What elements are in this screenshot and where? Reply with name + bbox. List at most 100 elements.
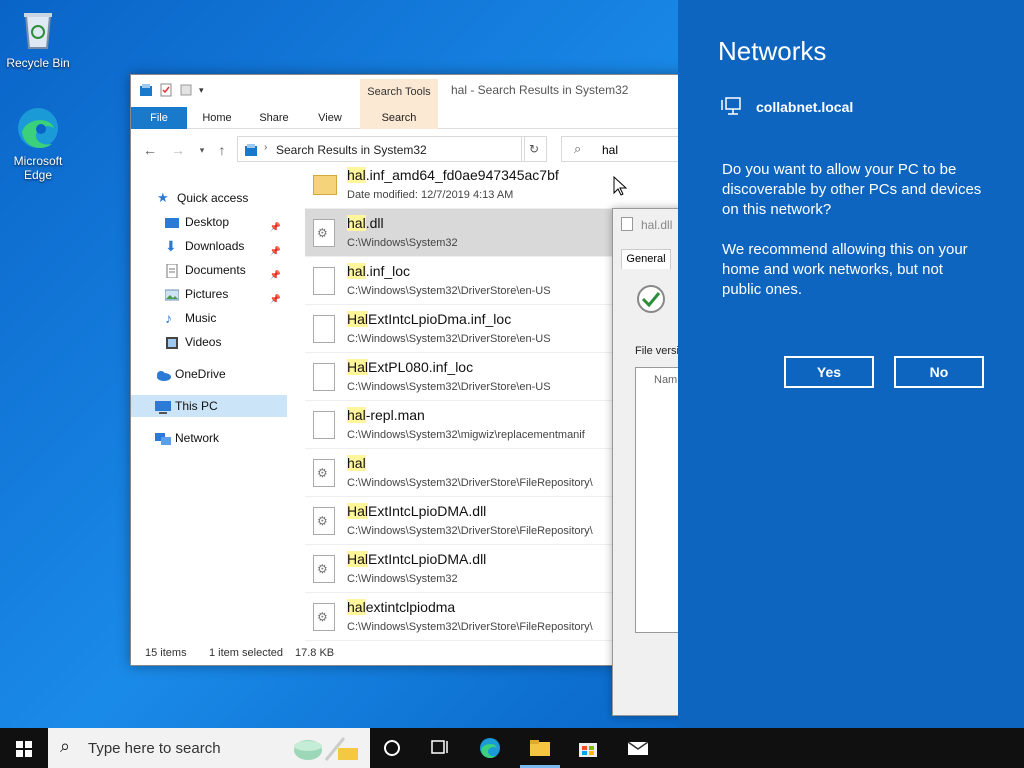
file-path: C:\Windows\System32\DriverStore\FileRepo… — [347, 477, 593, 489]
file-icon — [313, 411, 335, 439]
file-path: C:\Windows\System32 — [347, 237, 458, 249]
location-icon — [244, 143, 258, 160]
tab-share[interactable]: Share — [249, 107, 299, 129]
file-explorer-taskbar-icon[interactable] — [528, 736, 552, 760]
address-bar[interactable]: › Search Results in System32 — [237, 136, 525, 162]
search-placeholder: Type here to search — [88, 740, 221, 757]
edge-desktop-icon[interactable]: Microsoft Edge — [0, 104, 76, 182]
folder-icon[interactable] — [139, 83, 153, 97]
search-icon: ⌕ — [574, 141, 582, 156]
star-icon: ★ — [157, 190, 169, 205]
file-path: C:\Windows\System32\DriverStore\en-US — [347, 285, 551, 297]
address-text: Search Results in System32 — [276, 143, 427, 157]
system-file-icon — [313, 555, 335, 583]
item-count: 15 items — [145, 647, 187, 659]
recent-locations-button[interactable]: ▾ — [193, 141, 211, 159]
file-name: hal.inf_loc — [347, 263, 411, 279]
refresh-button[interactable]: ↻ — [521, 136, 547, 162]
system-file-icon — [313, 219, 335, 247]
file-name: hal — [347, 455, 366, 471]
file-name: hal.dll — [347, 215, 384, 231]
search-highlight-illustration-icon — [292, 734, 362, 767]
desktop-icon — [165, 215, 179, 229]
file-name: halextintclpiodma — [347, 599, 456, 615]
up-button[interactable]: ↑ — [213, 141, 231, 159]
list-item[interactable]: hal.inf_amd64_fd0ae947345ac7bf Date modi… — [305, 161, 689, 209]
file-name: hal.inf_amd64_fd0ae947345ac7bf — [347, 167, 559, 183]
new-folder-icon[interactable] — [179, 83, 193, 97]
recycle-bin-label: Recycle Bin — [6, 56, 70, 70]
file-explorer-window: ▾ Search Tools hal - Search Results in S… — [130, 74, 690, 666]
tab-search[interactable]: Search — [360, 107, 438, 129]
forward-button[interactable]: → — [169, 141, 187, 159]
properties-icon[interactable] — [159, 83, 173, 97]
sidebar-item-documents[interactable]: Documents 📌 — [165, 259, 287, 281]
sidebar-item-videos[interactable]: Videos — [165, 331, 287, 353]
breadcrumb-separator-icon: › — [264, 142, 268, 153]
edge-taskbar-icon[interactable] — [478, 736, 502, 760]
file-path: C:\Windows\System32\DriverStore\en-US — [347, 381, 551, 393]
back-button[interactable]: ← — [141, 141, 159, 159]
cloud-icon — [155, 367, 171, 381]
network-icon — [155, 431, 171, 445]
dialog-title: hal.dll — [641, 218, 673, 232]
system-file-icon — [313, 507, 335, 535]
clock-check-icon — [635, 283, 667, 318]
sidebar-item-desktop[interactable]: Desktop 📌 — [165, 211, 287, 233]
music-icon: ♪ — [165, 310, 172, 326]
search-input-value: hal — [602, 143, 619, 157]
yes-button[interactable]: Yes — [784, 356, 874, 388]
download-icon: ⬇ — [165, 238, 177, 254]
mail-icon[interactable] — [626, 736, 650, 760]
tab-file[interactable]: File — [131, 107, 187, 129]
search-box[interactable]: ⌕ hal — [561, 136, 689, 162]
taskbar: ⌕ Type here to search — [0, 728, 1024, 768]
recycle-bin-icon — [14, 6, 62, 54]
sidebar-item-network[interactable]: Network — [155, 427, 287, 449]
file-name: HalExtIntcLpioDMA.dll — [347, 503, 487, 519]
title-bar: ▾ Search Tools hal - Search Results in S… — [131, 75, 689, 107]
tab-general[interactable]: General — [621, 249, 671, 269]
customize-toolbar-icon[interactable]: ▾ — [199, 83, 213, 97]
windows-logo-icon — [16, 741, 32, 757]
folder-icon — [313, 175, 337, 195]
file-icon — [313, 267, 335, 295]
sidebar-item-downloads[interactable]: ⬇ Downloads 📌 — [165, 235, 287, 257]
sidebar-item-onedrive[interactable]: OneDrive — [155, 363, 287, 385]
recycle-bin-desktop-icon[interactable]: Recycle Bin — [0, 6, 76, 70]
start-button[interactable] — [0, 728, 48, 768]
edge-icon — [14, 104, 62, 152]
file-name: HalExtPL080.inf_loc — [347, 359, 474, 375]
sidebar-item-quick-access[interactable]: ★ Quick access — [157, 187, 287, 209]
taskbar-search[interactable]: ⌕ Type here to search — [48, 728, 370, 768]
status-bar: 15 items 1 item selected 17.8 KB — [131, 641, 689, 665]
videos-icon — [165, 335, 179, 349]
ribbon-tabs: File Home Share View Search — [131, 107, 689, 129]
computer-icon — [155, 399, 171, 414]
file-path: C:\Windows\System32\DriverStore\en-US — [347, 333, 551, 345]
network-name: collabnet.local — [756, 99, 854, 115]
quick-access-toolbar: ▾ — [139, 83, 213, 97]
sidebar-item-music[interactable]: ♪ Music — [165, 307, 287, 329]
mouse-cursor-icon — [613, 175, 628, 199]
system-file-icon — [313, 603, 335, 631]
no-button[interactable]: No — [894, 356, 984, 388]
search-icon: ⌕ — [60, 736, 71, 756]
file-name: hal-repl.man — [347, 407, 425, 423]
window-title: hal - Search Results in System32 — [451, 83, 629, 97]
file-path: C:\Windows\System32\DriverStore\FileRepo… — [347, 621, 593, 633]
task-view-icon[interactable] — [380, 736, 404, 760]
selection-size: 17.8 KB — [295, 647, 335, 659]
store-icon[interactable] — [576, 736, 600, 760]
search-tools-header: Search Tools — [360, 79, 438, 107]
tab-view[interactable]: View — [307, 107, 353, 129]
tab-home[interactable]: Home — [193, 107, 241, 129]
timeline-icon[interactable] — [428, 736, 452, 760]
selection-count: 1 item selected — [209, 647, 283, 659]
documents-icon — [165, 263, 179, 279]
recommendation-text: We recommend allowing this on your home … — [722, 241, 968, 298]
sidebar-item-this-pc[interactable]: This PC — [131, 395, 287, 417]
sidebar-item-pictures[interactable]: Pictures 📌 — [164, 283, 287, 305]
pictures-icon — [164, 287, 180, 301]
file-icon — [313, 315, 335, 343]
